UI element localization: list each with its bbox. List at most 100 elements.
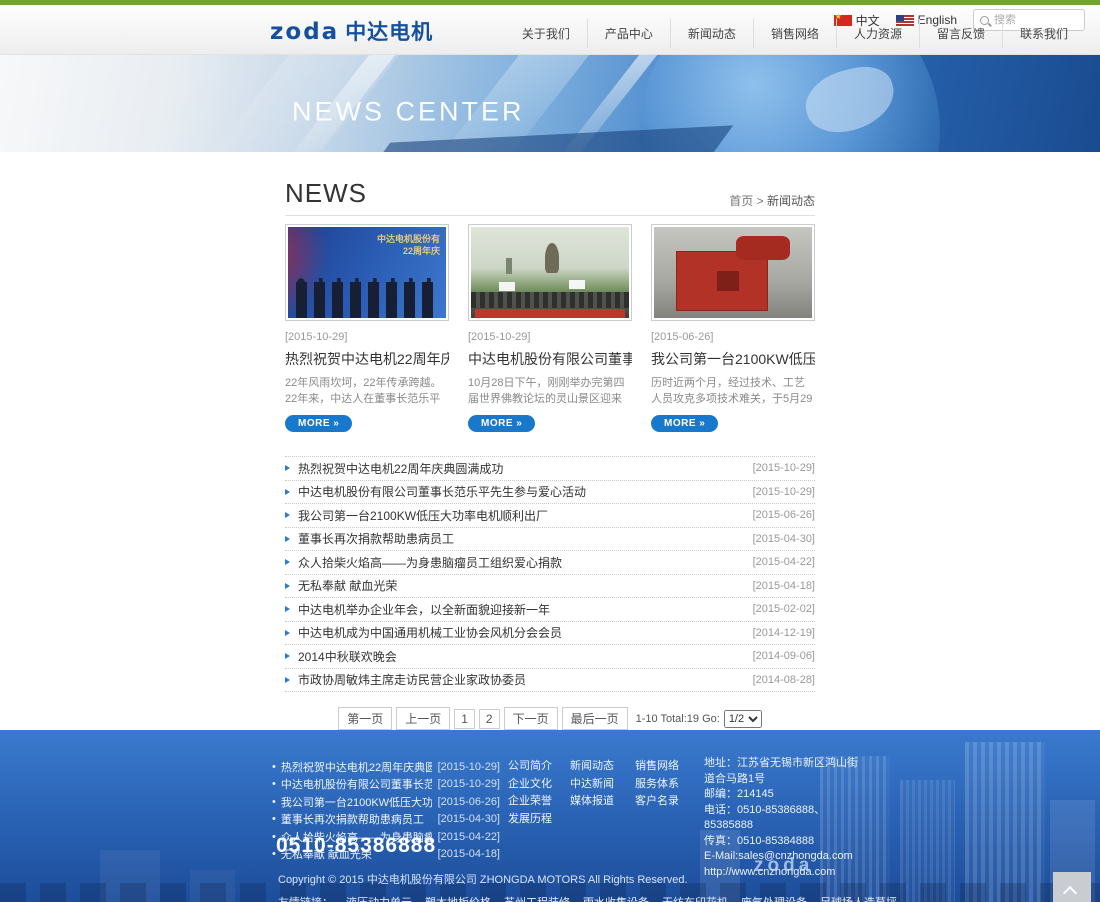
news-item-title: 中达电机举办企业年会，以全新面貌迎接新一年 xyxy=(298,601,753,618)
news-item-date: [2015-04-22] xyxy=(753,556,815,568)
footer-link-history[interactable]: 发展历程 xyxy=(508,811,552,829)
arrow-right-icon xyxy=(285,559,290,565)
nav-item-contact[interactable]: 联系我们 xyxy=(1003,19,1085,48)
news-item-title: 无私奉献 献血光荣 xyxy=(298,577,753,594)
footer-news-date: [2015-06-26] xyxy=(438,796,500,808)
pagination-next[interactable]: 下一页 xyxy=(504,707,558,730)
footer-link-service[interactable]: 服务体系 xyxy=(635,776,679,794)
news-list-item[interactable]: 中达电机股份有限公司董事长范乐平先生参与爱心活动 [2015-10-29] xyxy=(285,481,815,505)
news-card: 中达电机股份有 22周年庆 [2015-10-29] 热烈祝贺中达电机22周年庆… xyxy=(285,224,449,432)
news-list-item[interactable]: 市政协周敏炜主席走访民营企业家政协委员 [2014-08-28] xyxy=(285,669,815,693)
contact-fax: 传真：0510-85384888 xyxy=(704,834,864,850)
footer-news-item[interactable]: • 中达电机股份有限公司董事长范乐平先生... [2015-10-29] xyxy=(272,776,500,794)
card-title[interactable]: 我公司第一台2100KW低压大功率 xyxy=(651,349,815,369)
banner-title: NEWS CENTER xyxy=(292,97,525,128)
news-item-title: 我公司第一台2100KW低压大功率电机顺利出厂 xyxy=(298,507,753,524)
decor-red-banner xyxy=(475,309,625,318)
news-list-item[interactable]: 中达电机成为中国通用机械工业协会风机分会会员 [2014-12-19] xyxy=(285,622,815,646)
pagination-prev[interactable]: 上一页 xyxy=(396,707,450,730)
footer-link-customers[interactable]: 客户名录 xyxy=(635,793,679,811)
nav-item-products[interactable]: 产品中心 xyxy=(588,19,671,48)
footer-logo-watermark: zoda xyxy=(754,855,813,877)
logo[interactable]: zoda 中达电机 xyxy=(270,16,433,46)
back-to-top-button[interactable] xyxy=(1053,872,1091,902)
pagination-page-2[interactable]: 2 xyxy=(479,709,500,729)
news-item-date: [2015-10-29] xyxy=(753,462,815,474)
footer-link-news[interactable]: 新闻动态 xyxy=(570,758,614,776)
news-list-item[interactable]: 众人拾柴火焰高——为身患脑瘤员工组织爱心捐款 [2015-04-22] xyxy=(285,551,815,575)
nav-item-about[interactable]: 关于我们 xyxy=(505,19,588,48)
outdoor-photo-art xyxy=(471,227,629,318)
arrow-right-icon xyxy=(285,653,290,659)
footer-news-item[interactable]: • 董事长再次捐款帮助患病员工 [2015-04-30] xyxy=(272,811,500,829)
page-select[interactable]: 1/2 xyxy=(724,710,762,728)
news-item-title: 董事长再次捐款帮助患病员工 xyxy=(298,530,753,547)
news-card: [2015-06-26] 我公司第一台2100KW低压大功率 历时近两个月，经过… xyxy=(651,224,815,432)
news-photo-ceremony[interactable]: 中达电机股份有 22周年庆 xyxy=(285,224,449,321)
pagination-first[interactable]: 第一页 xyxy=(338,707,392,730)
news-list-item[interactable]: 2014中秋联欢晚会 [2014-09-06] xyxy=(285,645,815,669)
footer-link-media[interactable]: 媒体报道 xyxy=(570,793,614,811)
pagination-page-1[interactable]: 1 xyxy=(454,709,475,729)
card-excerpt: 22年风雨坎坷，22年传承跨越。22年来，中达人在董事长范乐平先生的带领下，积极… xyxy=(285,375,449,407)
news-photo-motor[interactable] xyxy=(651,224,815,321)
friend-link[interactable]: 废气处理设备 xyxy=(741,894,807,902)
friend-link[interactable]: 足球场人造草坪 xyxy=(820,894,897,902)
more-button[interactable]: MORE » xyxy=(468,415,535,432)
arrow-right-icon xyxy=(285,489,290,495)
news-list-item[interactable]: 我公司第一台2100KW低压大功率电机顺利出厂 [2015-06-26] xyxy=(285,504,815,528)
news-list-item[interactable]: 董事长再次捐款帮助患病员工 [2015-04-30] xyxy=(285,528,815,552)
friend-link[interactable]: 塑木地板价格 xyxy=(425,894,491,902)
friend-links-label: 友情链接： xyxy=(278,894,333,902)
news-item-title: 众人拾柴火焰高——为身患脑瘤员工组织爱心捐款 xyxy=(298,554,753,571)
more-button[interactable]: MORE » xyxy=(285,415,352,432)
footer-link-company-profile[interactable]: 公司简介 xyxy=(508,758,552,776)
news-item-date: [2014-09-06] xyxy=(753,650,815,662)
footer-link-culture[interactable]: 企业文化 xyxy=(508,776,552,794)
nav-item-hr[interactable]: 人力资源 xyxy=(837,19,920,48)
footer-column-sales: 销售网络 服务体系 客户名录 xyxy=(635,758,679,811)
copyright-text: Copyright © 2015 中达电机股份有限公司 ZHONGDA MOTO… xyxy=(278,871,688,887)
bullet-icon: • xyxy=(272,778,276,790)
news-list-item[interactable]: 无私奉献 献血光荣 [2015-04-18] xyxy=(285,575,815,599)
bullet-icon: • xyxy=(272,813,276,825)
page: zoda 中达电机 中文 English 关于我们 产品中心 xyxy=(0,0,1100,902)
more-button[interactable]: MORE » xyxy=(651,415,718,432)
footer-news-title: 董事长再次捐款帮助患病员工 xyxy=(281,811,432,827)
news-item-title: 市政协周敏炜主席走访民营企业家政协委员 xyxy=(298,671,753,688)
card-title[interactable]: 中达电机股份有限公司董事长范乐 xyxy=(468,349,632,369)
logo-text-en: zoda xyxy=(270,19,339,45)
footer-phone-number: 0510-85386888 xyxy=(276,834,436,858)
friend-link[interactable]: 无纺布印花机 xyxy=(662,894,728,902)
news-list-item[interactable]: 中达电机举办企业年会，以全新面貌迎接新一年 [2015-02-02] xyxy=(285,598,815,622)
news-list: 热烈祝贺中达电机22周年庆典圆满成功 [2015-10-29] 中达电机股份有限… xyxy=(285,456,815,692)
news-item-date: [2015-10-29] xyxy=(753,486,815,498)
footer-news-title: 热烈祝贺中达电机22周年庆典圆满成功 xyxy=(281,759,432,775)
footer-news-date: [2015-04-30] xyxy=(438,813,500,825)
decor-pagoda xyxy=(506,258,512,274)
footer-column-news: 新闻动态 中达新闻 媒体报道 xyxy=(570,758,614,811)
breadcrumb-separator: > xyxy=(757,194,764,208)
news-list-item[interactable]: 热烈祝贺中达电机22周年庆典圆满成功 [2015-10-29] xyxy=(285,457,815,481)
card-title[interactable]: 热烈祝贺中达电机22周年庆典圆满 xyxy=(285,349,449,369)
pagination-last[interactable]: 最后一页 xyxy=(562,707,628,730)
main-content: NEWS 首页 > 新闻动态 中达电机股份有 22周年庆 xyxy=(285,152,815,730)
footer-link-sales-network[interactable]: 销售网络 xyxy=(635,758,679,776)
news-item-title: 中达电机成为中国通用机械工业协会风机分会会员 xyxy=(298,624,753,641)
footer-link-company-news[interactable]: 中达新闻 xyxy=(570,776,614,794)
friend-link[interactable]: 雨水收集设备 xyxy=(583,894,649,902)
decor-crowd xyxy=(471,292,629,308)
decor-flag xyxy=(499,282,515,291)
nav-item-news[interactable]: 新闻动态 xyxy=(671,19,754,48)
nav-item-feedback[interactable]: 留言反馈 xyxy=(920,19,1003,48)
news-photo-outdoor[interactable] xyxy=(468,224,632,321)
friend-link[interactable]: 苏州工程装修 xyxy=(504,894,570,902)
decor-flag xyxy=(569,280,585,289)
footer-news-date: [2015-10-29] xyxy=(438,778,500,790)
footer-news-item[interactable]: • 热烈祝贺中达电机22周年庆典圆满成功 [2015-10-29] xyxy=(272,758,500,776)
breadcrumb-home[interactable]: 首页 xyxy=(729,194,753,208)
friend-link[interactable]: 液压动力单元 xyxy=(346,894,412,902)
nav-item-sales-network[interactable]: 销售网络 xyxy=(754,19,837,48)
footer-link-honors[interactable]: 企业荣誉 xyxy=(508,793,552,811)
footer-news-item[interactable]: • 我公司第一台2100KW低压大功率电... [2015-06-26] xyxy=(272,793,500,811)
